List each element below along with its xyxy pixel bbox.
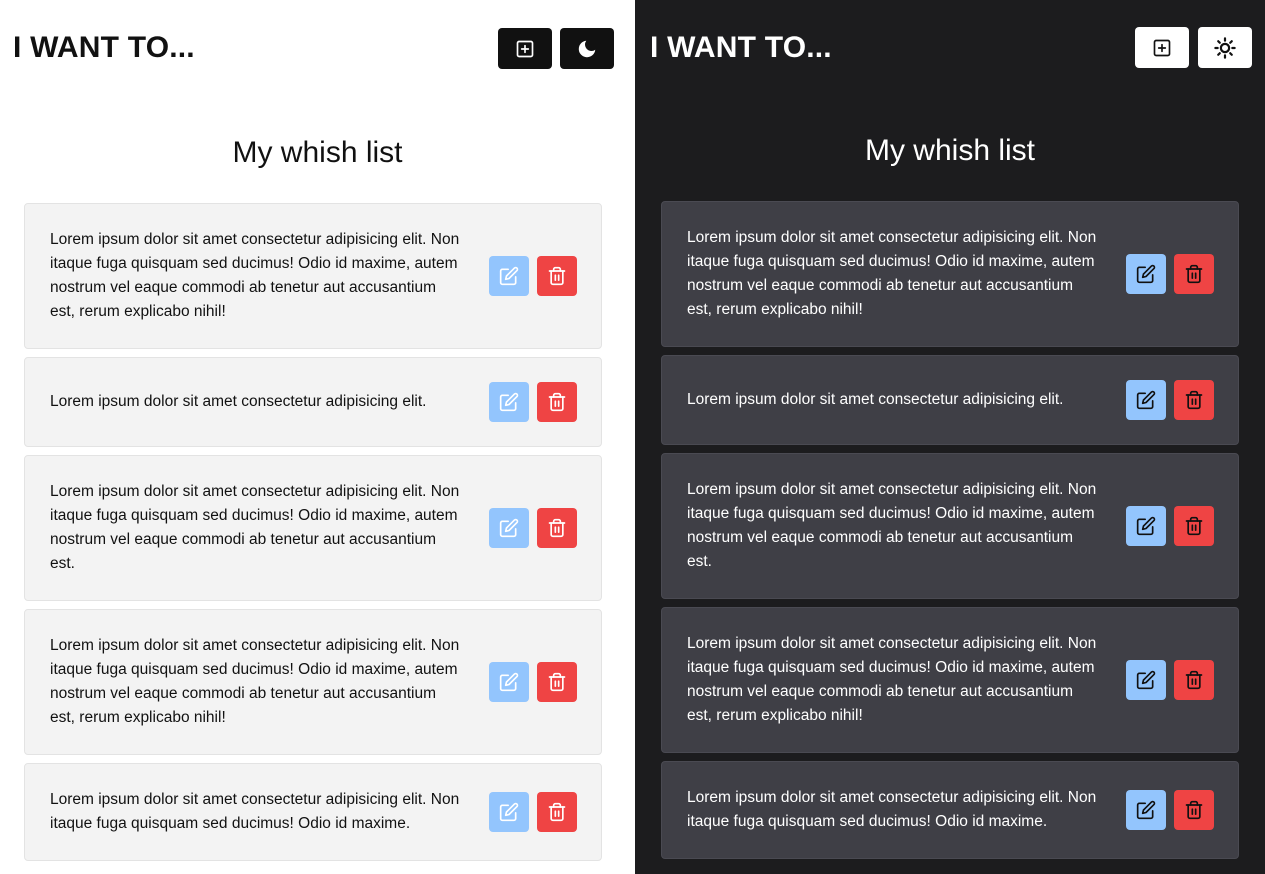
trash-icon [547, 518, 567, 538]
wish-item-card: Lorem ipsum dolor sit amet consectetur a… [661, 453, 1239, 599]
app-brand: I WANT TO... [650, 31, 832, 64]
delete-item-button[interactable] [1174, 380, 1214, 420]
moon-icon [576, 38, 598, 60]
edit-icon [499, 518, 519, 538]
wish-item-actions [1126, 790, 1214, 830]
trash-icon [547, 672, 567, 692]
wish-item-text: Lorem ipsum dolor sit amet consectetur a… [50, 791, 460, 832]
edit-icon [499, 266, 519, 286]
delete-item-button[interactable] [1174, 254, 1214, 294]
app-brand: I WANT TO... [13, 31, 195, 64]
edit-icon [499, 802, 519, 822]
edit-icon [1136, 670, 1156, 690]
edit-item-button[interactable] [489, 792, 529, 832]
delete-item-button[interactable] [1174, 506, 1214, 546]
light-theme-panel: I WANT TO... My whish list Lorem ipsum d… [0, 0, 635, 874]
trash-icon [1184, 800, 1204, 820]
wish-item-actions [489, 382, 577, 422]
edit-icon [1136, 390, 1156, 410]
trash-icon [1184, 670, 1204, 690]
edit-item-button[interactable] [1126, 790, 1166, 830]
wish-item-text: Lorem ipsum dolor sit amet consectetur a… [687, 391, 1064, 408]
wish-item-actions [1126, 660, 1214, 700]
plus-square-icon [515, 39, 535, 59]
edit-icon [499, 672, 519, 692]
trash-icon [1184, 390, 1204, 410]
edit-item-button[interactable] [1126, 380, 1166, 420]
wish-item-text: Lorem ipsum dolor sit amet consectetur a… [687, 481, 1097, 570]
light-mode-toggle[interactable] [1198, 27, 1252, 68]
wish-item-actions [1126, 380, 1214, 420]
wish-item-text: Lorem ipsum dolor sit amet consectetur a… [50, 637, 460, 726]
sun-icon [1214, 36, 1236, 59]
delete-item-button[interactable] [537, 256, 577, 296]
wish-item-text: Lorem ipsum dolor sit amet consectetur a… [50, 231, 460, 320]
edit-icon [1136, 800, 1156, 820]
wish-item-actions [1126, 506, 1214, 546]
wish-item-actions [489, 662, 577, 702]
wish-item-card: Lorem ipsum dolor sit amet consectetur a… [24, 203, 602, 349]
edit-item-button[interactable] [489, 382, 529, 422]
wish-item-card: Lorem ipsum dolor sit amet consectetur a… [24, 609, 602, 755]
wish-item-actions [1126, 254, 1214, 294]
edit-item-button[interactable] [1126, 506, 1166, 546]
wish-item-actions [489, 792, 577, 832]
edit-item-button[interactable] [489, 508, 529, 548]
trash-icon [547, 392, 567, 412]
wish-item-actions [489, 508, 577, 548]
wish-item-text: Lorem ipsum dolor sit amet consectetur a… [687, 635, 1097, 724]
wish-item-card: Lorem ipsum dolor sit amet consectetur a… [661, 761, 1239, 859]
wish-item-card: Lorem ipsum dolor sit amet consectetur a… [661, 201, 1239, 347]
wish-item-actions [489, 256, 577, 296]
edit-item-button[interactable] [1126, 254, 1166, 294]
plus-square-icon [1152, 38, 1172, 58]
dark-mode-toggle[interactable] [560, 28, 614, 69]
delete-item-button[interactable] [537, 508, 577, 548]
wish-item-card: Lorem ipsum dolor sit amet consectetur a… [24, 763, 602, 861]
delete-item-button[interactable] [537, 792, 577, 832]
add-item-button[interactable] [498, 28, 552, 69]
wish-item-card: Lorem ipsum dolor sit amet consectetur a… [661, 607, 1239, 753]
wish-item-card: Lorem ipsum dolor sit amet consectetur a… [24, 455, 602, 601]
delete-item-button[interactable] [1174, 790, 1214, 830]
edit-icon [499, 392, 519, 412]
delete-item-button[interactable] [537, 382, 577, 422]
wish-item-text: Lorem ipsum dolor sit amet consectetur a… [50, 483, 460, 572]
delete-item-button[interactable] [1174, 660, 1214, 700]
delete-item-button[interactable] [537, 662, 577, 702]
add-item-button[interactable] [1135, 27, 1189, 68]
edit-item-button[interactable] [1126, 660, 1166, 700]
trash-icon [547, 266, 567, 286]
dark-theme-panel: I WANT TO... My whish list Lorem ipsum d… [635, 0, 1265, 874]
edit-item-button[interactable] [489, 256, 529, 296]
wish-item-text: Lorem ipsum dolor sit amet consectetur a… [687, 229, 1097, 318]
list-title: My whish list [232, 136, 403, 169]
trash-icon [1184, 264, 1204, 284]
trash-icon [1184, 516, 1204, 536]
edit-icon [1136, 516, 1156, 536]
wish-item-text: Lorem ipsum dolor sit amet consectetur a… [687, 789, 1097, 830]
wish-item-card: Lorem ipsum dolor sit amet consectetur a… [24, 357, 602, 447]
wish-item-text: Lorem ipsum dolor sit amet consectetur a… [50, 393, 427, 410]
list-title: My whish list [864, 134, 1036, 167]
edit-icon [1136, 264, 1156, 284]
trash-icon [547, 802, 567, 822]
edit-item-button[interactable] [489, 662, 529, 702]
wish-item-card: Lorem ipsum dolor sit amet consectetur a… [661, 355, 1239, 445]
